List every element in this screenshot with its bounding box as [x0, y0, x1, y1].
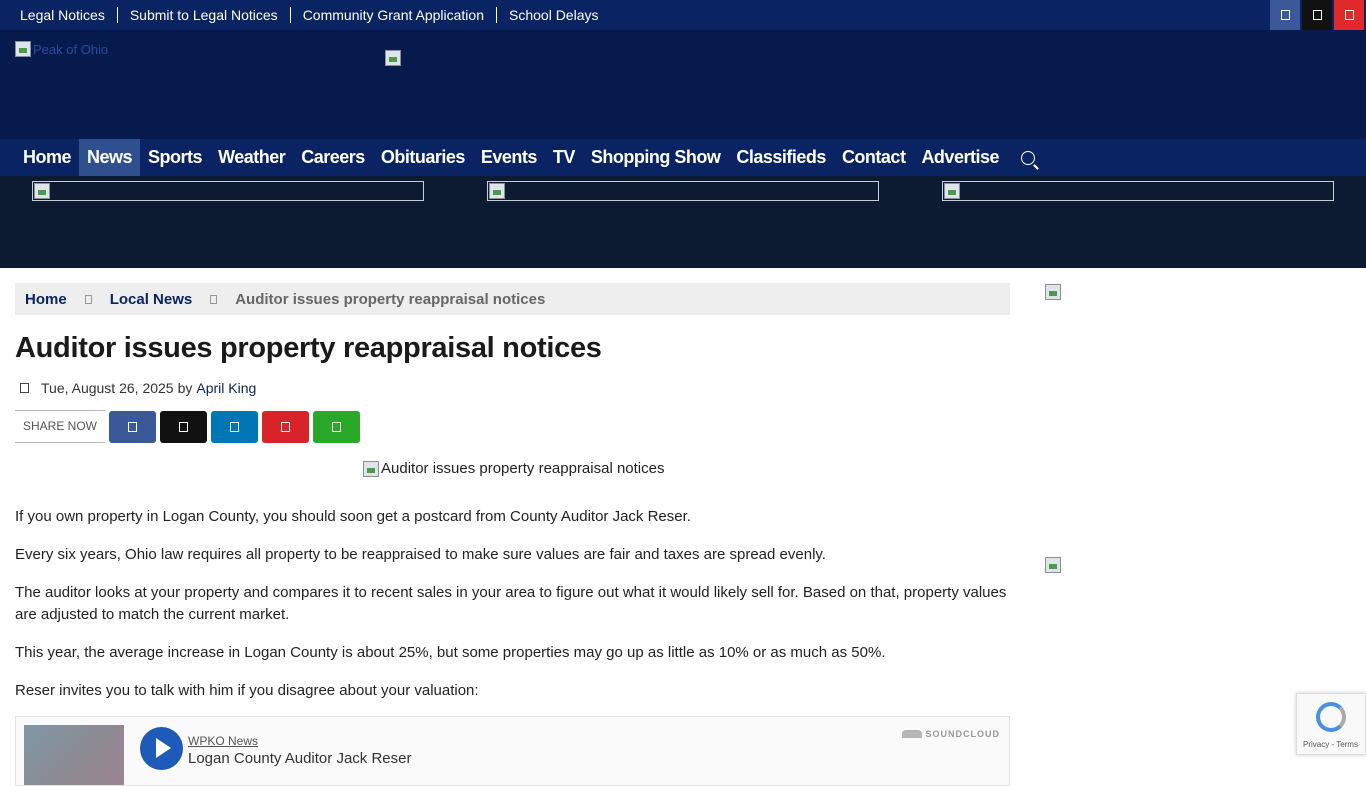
calendar-icon [20, 383, 29, 393]
school-delays-link[interactable]: School Delays [497, 7, 611, 23]
paragraph: Reser invites you to talk with him if yo… [15, 682, 479, 699]
paragraph: This year, the average increase in Logan… [15, 644, 886, 661]
banner-ad-2[interactable] [487, 181, 879, 201]
nav-shopping-show[interactable]: Shopping Show [583, 139, 728, 176]
nav-classifieds[interactable]: Classifieds [728, 139, 834, 176]
youtube-icon[interactable] [1334, 0, 1364, 30]
banner-ad-3[interactable] [942, 181, 1334, 201]
site-logo[interactable]: Peak of Ohio [15, 41, 108, 57]
chevron-right-icon [210, 294, 218, 304]
site-header: Peak of Ohio [0, 30, 1366, 139]
share-label: SHARE NOW [15, 410, 106, 443]
facebook-icon[interactable] [1270, 0, 1300, 30]
broken-image-icon [489, 183, 505, 199]
banner-ad-1[interactable] [32, 181, 424, 201]
nav-weather[interactable]: Weather [210, 139, 293, 176]
legal-notices-link[interactable]: Legal Notices [8, 7, 118, 23]
hero-alt-text: Auditor issues property reappraisal noti… [381, 460, 665, 477]
chevron-right-icon [84, 294, 92, 304]
paragraph: If you own property in Logan County, you… [15, 508, 691, 525]
breadcrumb: Home Local News Auditor issues property … [15, 283, 1010, 315]
pinterest-icon [281, 421, 291, 432]
logo-alt-text: Peak of Ohio [33, 41, 109, 57]
track-artwork[interactable] [24, 725, 124, 785]
recaptcha-badge[interactable]: Privacy - Terms [1296, 693, 1366, 755]
broken-image-icon [363, 460, 379, 477]
soundcloud-icon [901, 730, 922, 738]
soundcloud-track-title[interactable]: Logan County Auditor Jack Reser [188, 750, 411, 767]
article-meta: Tue, August 26, 2025 by April King [20, 380, 256, 396]
sidebar-ad-1[interactable] [1045, 284, 1061, 305]
community-grant-link[interactable]: Community Grant Application [291, 7, 497, 23]
social-links [1268, 0, 1364, 30]
paragraph: The auditor looks at your property and c… [15, 584, 1007, 623]
main-nav: Home News Sports Weather Careers Obituar… [0, 139, 1366, 176]
nav-contact[interactable]: Contact [834, 139, 914, 176]
banner-ad-row [0, 176, 1366, 268]
header-ad[interactable] [385, 50, 401, 71]
broken-image-icon [944, 183, 960, 199]
soundcloud-brand-text: SOUNDCLOUD [925, 729, 1000, 739]
nav-news[interactable]: News [79, 139, 141, 176]
submit-legal-notices-link[interactable]: Submit to Legal Notices [118, 7, 291, 23]
nav-tv[interactable]: TV [545, 139, 583, 176]
utility-links: Legal Notices Submit to Legal Notices Co… [8, 0, 611, 30]
article-hero-image: Auditor issues property reappraisal noti… [363, 460, 664, 477]
breadcrumb-local-news[interactable]: Local News [110, 291, 193, 308]
author-link[interactable]: April King [196, 380, 256, 396]
article-body: If you own property in Logan County, you… [15, 506, 1010, 718]
nav-home[interactable]: Home [15, 139, 79, 176]
soundcloud-user-link[interactable]: WPKO News [188, 734, 258, 748]
paragraph: Every six years, Ohio law requires all p… [15, 546, 826, 563]
share-linkedin-button[interactable] [211, 410, 259, 443]
share-x-button[interactable] [160, 410, 208, 443]
top-utility-bar: Legal Notices Submit to Legal Notices Co… [0, 0, 1366, 30]
linkedin-icon [230, 421, 240, 432]
article-title: Auditor issues property reappraisal noti… [15, 332, 602, 364]
article-date: Tue, August 26, 2025 [41, 380, 174, 396]
nav-careers[interactable]: Careers [293, 139, 373, 176]
recaptcha-links[interactable]: Privacy - Terms [1303, 740, 1358, 749]
x-icon [179, 421, 189, 432]
whatsapp-icon [332, 421, 342, 432]
breadcrumb-current: Auditor issues property reappraisal noti… [235, 290, 546, 308]
nav-events[interactable]: Events [473, 139, 545, 176]
search-icon[interactable] [1020, 150, 1035, 165]
x-icon[interactable] [1302, 0, 1332, 30]
broken-image-icon [34, 183, 50, 199]
broken-image-icon [385, 50, 401, 66]
share-facebook-button[interactable] [109, 410, 157, 443]
soundcloud-player: WPKO News Logan County Auditor Jack Rese… [15, 716, 1010, 786]
facebook-icon [128, 421, 138, 432]
byline-by: by [177, 380, 193, 396]
soundcloud-logo[interactable]: SOUNDCLOUD [901, 729, 1001, 739]
broken-image-icon [15, 41, 31, 57]
broken-image-icon [1045, 284, 1061, 300]
sidebar-ad-2[interactable] [1045, 557, 1061, 578]
recaptcha-icon [1316, 702, 1346, 732]
play-icon[interactable] [140, 727, 183, 770]
share-whatsapp-button[interactable] [313, 410, 361, 443]
breadcrumb-home[interactable]: Home [25, 291, 67, 308]
share-bar: SHARE NOW [15, 410, 364, 443]
nav-sports[interactable]: Sports [140, 139, 210, 176]
nav-advertise[interactable]: Advertise [913, 139, 1007, 176]
broken-image-icon [1045, 557, 1061, 573]
nav-obituaries[interactable]: Obituaries [373, 139, 473, 176]
share-pinterest-button[interactable] [262, 410, 310, 443]
